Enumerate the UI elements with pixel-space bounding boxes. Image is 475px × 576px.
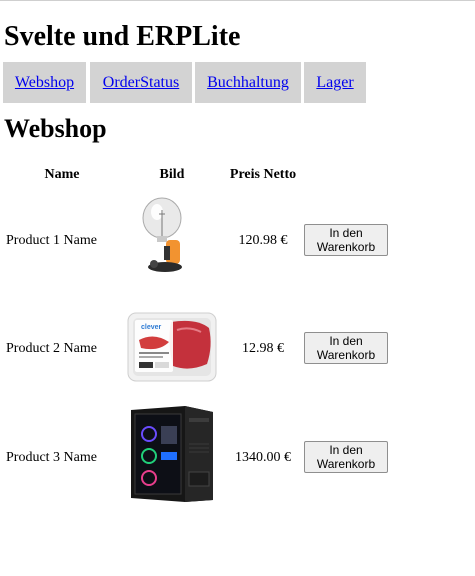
nav-link-orderstatus[interactable]: OrderStatus — [90, 62, 192, 103]
add-to-cart-button[interactable]: In den Warenkorb — [304, 224, 388, 256]
svg-text:clever: clever — [141, 324, 162, 331]
top-border — [0, 0, 475, 1]
product-price: 120.98 € — [238, 233, 288, 248]
product-price: 1340.00 € — [235, 450, 291, 465]
nav-link-buchhaltung[interactable]: Buchhaltung — [195, 62, 301, 103]
add-to-cart-button[interactable]: In den Warenkorb — [304, 332, 388, 364]
column-header-price: Preis Netto — [229, 167, 297, 182]
column-header-image: Bild — [159, 167, 185, 182]
app-title: Svelte und ERPLite — [4, 21, 241, 52]
product-image-lamp — [137, 196, 197, 276]
column-header-name: Name — [44, 167, 80, 182]
product-price: 12.98 € — [242, 341, 284, 356]
nav-link-lager[interactable]: Lager — [304, 62, 366, 103]
nav-link-webshop[interactable]: Webshop — [3, 62, 86, 103]
product-image-meat-package: clever — [127, 312, 217, 382]
product-name: Product 3 Name — [6, 450, 97, 465]
add-to-cart-button[interactable]: In den Warenkorb — [304, 441, 388, 473]
page-title: Webshop — [4, 114, 107, 143]
product-image-pc-tower — [127, 404, 217, 504]
product-name: Product 2 Name — [6, 341, 97, 356]
product-name: Product 1 Name — [6, 233, 97, 248]
